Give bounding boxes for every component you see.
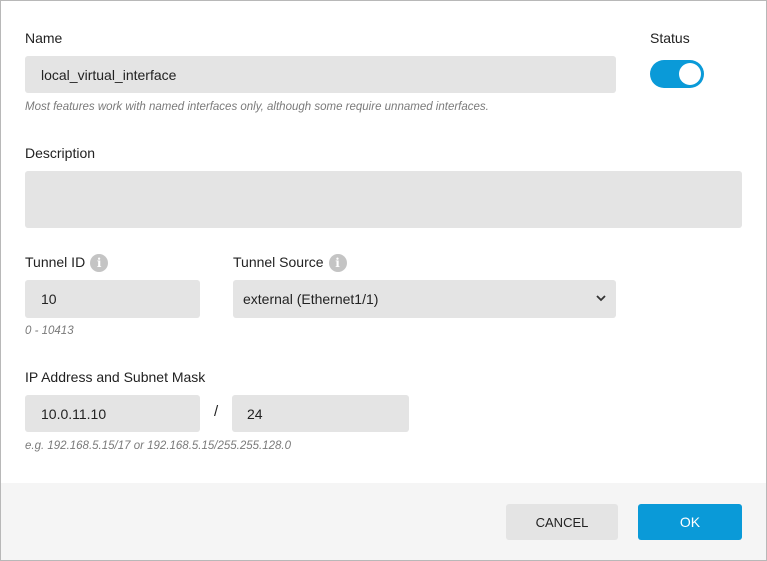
- ip-address-input[interactable]: 10.0.11.10: [25, 395, 200, 432]
- tunnel-source-label: Tunnel Source: [233, 254, 324, 270]
- tunnel-id-input[interactable]: 10: [25, 280, 200, 318]
- name-label: Name: [25, 30, 63, 46]
- cancel-button[interactable]: CANCEL: [506, 504, 618, 540]
- subnet-mask-input[interactable]: 24: [232, 395, 409, 432]
- ip-separator: /: [214, 403, 219, 420]
- status-toggle[interactable]: [650, 60, 704, 88]
- info-icon[interactable]: i: [90, 254, 109, 273]
- info-icon[interactable]: i: [328, 254, 347, 273]
- description-textarea[interactable]: [25, 171, 742, 228]
- ip-hint: e.g. 192.168.5.15/17 or 192.168.5.15/255…: [25, 440, 292, 452]
- tunnel-id-label: Tunnel ID: [25, 254, 86, 270]
- ip-label: IP Address and Subnet Mask: [25, 369, 206, 385]
- tunnel-source-value: external (Ethernet1/1): [243, 291, 379, 307]
- tunnel-source-select[interactable]: external (Ethernet1/1): [233, 280, 616, 318]
- status-label: Status: [650, 30, 690, 46]
- name-hint: Most features work with named interfaces…: [25, 101, 489, 113]
- tunnel-source-label-wrap: Tunnel Source i: [233, 254, 347, 273]
- description-label: Description: [25, 145, 96, 161]
- name-input[interactable]: local_virtual_interface: [25, 56, 616, 93]
- ok-button[interactable]: OK: [638, 504, 742, 540]
- tunnel-id-hint: 0 - 10413: [25, 325, 74, 337]
- tunnel-id-label-wrap: Tunnel ID i: [25, 254, 109, 273]
- toggle-knob: [679, 63, 701, 85]
- chevron-down-icon: [596, 295, 606, 302]
